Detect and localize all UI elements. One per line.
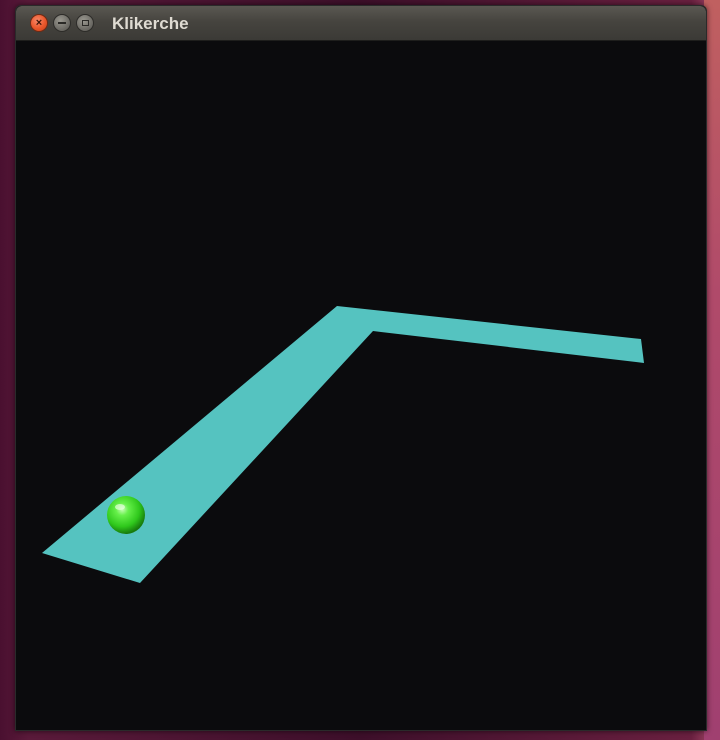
ball-highlight: [115, 504, 125, 510]
game-viewport[interactable]: [16, 41, 706, 730]
track: [42, 306, 644, 583]
close-icon[interactable]: ×: [30, 14, 48, 32]
window-title: Klikerche: [112, 14, 189, 33]
title-bar[interactable]: × Klikerche: [16, 6, 706, 41]
minimize-icon[interactable]: [53, 14, 71, 32]
scene-canvas: [42, 306, 644, 583]
game-window: × Klikerche: [15, 5, 707, 731]
maximize-icon[interactable]: [76, 14, 94, 32]
ball: [107, 496, 145, 534]
